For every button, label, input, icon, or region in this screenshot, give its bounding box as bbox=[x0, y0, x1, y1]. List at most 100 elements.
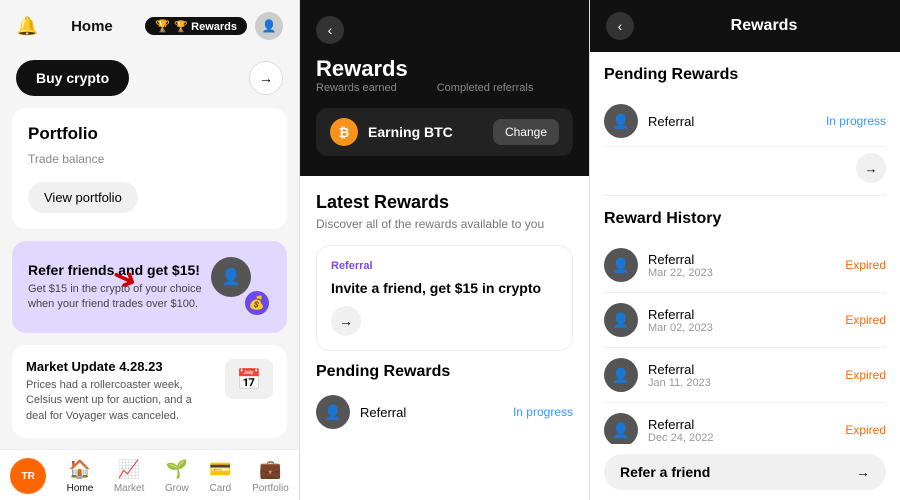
reward-history-date: Mar 22, 2023 bbox=[648, 267, 835, 279]
middle-panel: ‹ Rewards Rewards earned Completed refer… bbox=[300, 0, 590, 500]
chevron-left-icon: ‹ bbox=[328, 22, 333, 38]
reward-history-item: 👤 Referral Mar 22, 2023 Expired bbox=[604, 238, 886, 293]
completed-referrals-stat: Completed referrals bbox=[437, 82, 534, 94]
bell-icon[interactable]: 🔔 bbox=[16, 16, 38, 37]
home-tab[interactable]: Home bbox=[71, 18, 113, 35]
right-content: Pending Rewards 👤 Referral In progress →… bbox=[590, 52, 900, 444]
reward-history-date: Mar 02, 2023 bbox=[648, 322, 835, 334]
reward-history-info: Referral Mar 02, 2023 bbox=[648, 307, 835, 334]
nav-card[interactable]: 💳 Card bbox=[209, 459, 231, 494]
pending-label-middle: Referral bbox=[360, 405, 406, 420]
refer-icon-area: 👤 💰 bbox=[211, 257, 271, 317]
refer-friend-label: Refer a friend bbox=[620, 464, 710, 480]
portfolio-section: Portfolio Trade balance View portfolio bbox=[12, 108, 287, 229]
portfolio-icon: 💼 bbox=[259, 459, 281, 480]
arrow-right-icon: → bbox=[339, 313, 353, 329]
reward-history-name: Referral bbox=[648, 252, 835, 267]
latest-rewards-subtitle: Discover all of the rewards available to… bbox=[316, 217, 573, 231]
buy-crypto-button[interactable]: Buy crypto bbox=[16, 60, 129, 96]
refer-badge-icon: 💰 bbox=[243, 289, 271, 317]
market-update-desc: Prices had a rollercoaster week, Celsius… bbox=[26, 378, 215, 424]
in-progress-status-right: In progress bbox=[826, 114, 886, 128]
reward-history-name: Referral bbox=[648, 362, 835, 377]
refer-banner[interactable]: Refer friends and get $15! Get $15 in th… bbox=[12, 241, 287, 333]
reward-history-date: Dec 24, 2022 bbox=[648, 432, 835, 444]
refer-title: Refer friends and get $15! bbox=[28, 262, 211, 278]
earning-text: Earning BTC bbox=[368, 124, 453, 140]
trophy-icon: 🏆 bbox=[155, 19, 170, 33]
expired-status: Expired bbox=[845, 258, 886, 272]
pending-rewards-title-right: Pending Rewards bbox=[604, 66, 886, 84]
latest-rewards-section: Latest Rewards Discover all of the rewar… bbox=[300, 176, 589, 500]
rewards-tab[interactable]: 🏆 🏆 Rewards bbox=[145, 17, 247, 35]
right-panel: ‹ Rewards Pending Rewards 👤 Referral In … bbox=[590, 0, 900, 500]
latest-rewards-title: Latest Rewards bbox=[316, 192, 573, 213]
divider bbox=[604, 195, 886, 196]
right-dark-header: ‹ Rewards bbox=[590, 0, 900, 52]
grow-icon: 🌱 bbox=[166, 459, 188, 480]
portfolio-title: Portfolio bbox=[28, 124, 271, 144]
home-icon: 🏠 bbox=[69, 459, 91, 480]
left-panel: 🔔 Home 🏆 🏆 Rewards 👤 Buy crypto → Portfo… bbox=[0, 0, 300, 500]
referral-tag: Referral bbox=[331, 260, 558, 272]
expired-status: Expired bbox=[845, 368, 886, 382]
market-update-icon: 📅 bbox=[225, 359, 273, 399]
market-text: Market Update 4.28.23 Prices had a rolle… bbox=[26, 359, 215, 424]
pending-reward-item-middle: 👤 Referral In progress bbox=[316, 385, 573, 439]
chevron-left-icon-right: ‹ bbox=[618, 18, 623, 34]
back-button-middle[interactable]: ‹ bbox=[316, 16, 344, 44]
bottom-nav: TR 🏠 Home 📈 Market 🌱 Grow 💳 Card 💼 Portf… bbox=[0, 449, 299, 500]
reward-history-title: Reward History bbox=[604, 210, 886, 228]
right-panel-title: Rewards bbox=[644, 17, 884, 35]
card-icon: 💳 bbox=[209, 459, 231, 480]
pending-reward-info: Referral bbox=[648, 114, 816, 129]
nav-market[interactable]: 📈 Market bbox=[114, 459, 145, 494]
refer-friend-arrow-icon: → bbox=[856, 464, 870, 480]
reward-history-date: Jan 11, 2023 bbox=[648, 377, 835, 389]
pending-reward-name: Referral bbox=[648, 114, 816, 129]
earning-row: ₿ Earning BTC Change bbox=[316, 108, 573, 156]
dark-header: ‹ Rewards Rewards earned Completed refer… bbox=[300, 0, 589, 176]
pending-rewards-title-middle: Pending Rewards bbox=[316, 363, 573, 381]
user-avatar[interactable]: 👤 bbox=[255, 12, 283, 40]
nav-home[interactable]: 🏠 Home bbox=[67, 459, 94, 494]
in-progress-status-middle: In progress bbox=[513, 405, 573, 419]
reward-history-item: 👤 Referral Jan 11, 2023 Expired bbox=[604, 348, 886, 403]
tasty-logo: TR bbox=[10, 458, 46, 494]
pending-reward-arrow-button[interactable]: → bbox=[856, 153, 886, 183]
reward-history-info: Referral Mar 22, 2023 bbox=[648, 252, 835, 279]
pending-avatar-icon: 👤 bbox=[316, 395, 350, 429]
tasty-referrals-logo: TR bbox=[10, 458, 46, 494]
change-button[interactable]: Change bbox=[493, 119, 559, 145]
earning-left: ₿ Earning BTC bbox=[330, 118, 453, 146]
pending-reward-item-right: 👤 Referral In progress bbox=[604, 96, 886, 147]
referral-card-title: Invite a friend, get $15 in crypto bbox=[331, 280, 558, 296]
reward-history-avatar: 👤 bbox=[604, 413, 638, 444]
header-top-row: ‹ bbox=[316, 16, 573, 44]
trade-balance-label: Trade balance bbox=[28, 152, 271, 166]
top-bar: 🔔 Home 🏆 🏆 Rewards 👤 bbox=[0, 0, 299, 52]
refer-friend-button[interactable]: Refer a friend → bbox=[604, 454, 886, 490]
rewards-stats: Rewards earned Completed referrals bbox=[316, 82, 573, 94]
expired-status: Expired bbox=[845, 423, 886, 437]
reward-history-item: 👤 Referral Mar 02, 2023 Expired bbox=[604, 293, 886, 348]
reward-history-item: 👤 Referral Dec 24, 2022 Expired bbox=[604, 403, 886, 444]
referral-card-arrow-button[interactable]: → bbox=[331, 306, 361, 336]
nav-grow[interactable]: 🌱 Grow bbox=[165, 459, 189, 494]
refer-description: Get $15 in the crypto of your choice whe… bbox=[28, 282, 211, 313]
next-arrow-button[interactable]: → bbox=[249, 61, 283, 95]
reward-history-info: Referral Dec 24, 2022 bbox=[648, 417, 835, 444]
market-icon: 📈 bbox=[118, 459, 140, 480]
referral-card: Referral Invite a friend, get $15 in cry… bbox=[316, 245, 573, 351]
rewards-main-title: Rewards bbox=[316, 56, 573, 82]
view-portfolio-button[interactable]: View portfolio bbox=[28, 182, 138, 213]
pending-avatar-right: 👤 bbox=[604, 104, 638, 138]
market-update-title: Market Update 4.28.23 bbox=[26, 359, 215, 374]
rewards-earned-stat: Rewards earned bbox=[316, 82, 397, 94]
buy-crypto-section: Buy crypto → bbox=[0, 52, 299, 108]
reward-history-avatar: 👤 bbox=[604, 248, 638, 282]
nav-portfolio[interactable]: 💼 Portfolio bbox=[252, 459, 289, 494]
back-button-right[interactable]: ‹ bbox=[606, 12, 634, 40]
btc-icon: ₿ bbox=[330, 118, 358, 146]
reward-history-info: Referral Jan 11, 2023 bbox=[648, 362, 835, 389]
